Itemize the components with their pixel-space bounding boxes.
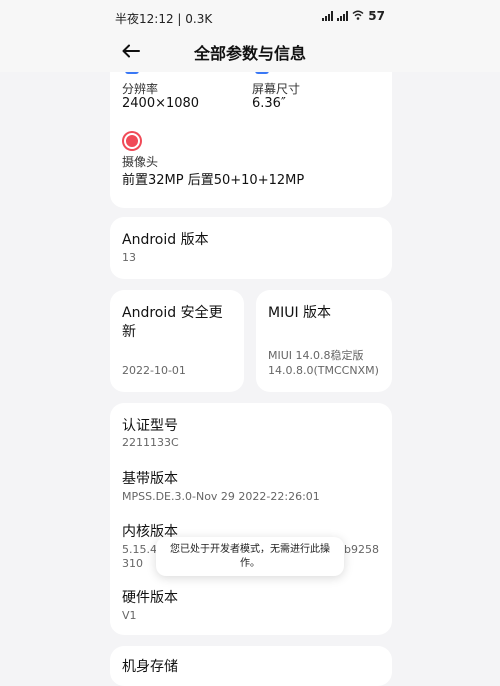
signal-icon — [322, 11, 334, 21]
kernel-value-line2: 310 — [122, 557, 143, 570]
security-update-label: Android 安全更新 — [122, 305, 223, 340]
status-time: 半夜12:12 | 0.3K — [115, 12, 213, 26]
resolution-icon — [125, 66, 139, 74]
storage-label: 机身存储 — [122, 659, 178, 675]
hardware-row[interactable]: 硬件版本 V1 — [110, 579, 392, 635]
miui-version-card[interactable]: MIUI 版本 MIUI 14.0.8稳定版 14.0.8.0(TMCCNXM) — [256, 290, 392, 392]
developer-mode-toast: 您已处于开发者模式，无需进行此操作。 — [156, 537, 344, 576]
device-details-card: 认证型号 2211133C 基带版本 MPSS.DE.3.0-Nov 29 20… — [110, 403, 392, 635]
kernel-value-end: b9258 — [344, 543, 379, 556]
display-camera-card: 分辨率 2400×1080 屏幕尺寸 6.36″ 摄像头 前置32MP 后置50… — [110, 58, 392, 208]
storage-card[interactable]: 机身存储 — [110, 646, 392, 686]
signal-icon-2 — [337, 11, 349, 21]
android-version-label: Android 版本 — [122, 232, 209, 248]
screen-size-value: 6.36″ — [252, 96, 286, 111]
screen-size-label: 屏幕尺寸 — [252, 82, 301, 96]
android-version-value: 13 — [122, 251, 136, 264]
battery-level: 57 — [368, 9, 385, 23]
security-update-card[interactable]: Android 安全更新 2022-10-01 — [110, 290, 244, 392]
camera-value: 前置32MP 后置50+10+12MP — [122, 173, 305, 188]
wifi-icon — [352, 9, 364, 23]
security-update-value: 2022-10-01 — [122, 364, 186, 377]
model-row[interactable]: 认证型号 2211133C — [110, 403, 392, 461]
resolution-value: 2400×1080 — [122, 96, 200, 111]
camera-label: 摄像头 — [122, 155, 159, 169]
model-value: 2211133C — [122, 436, 179, 449]
camera-icon — [124, 133, 140, 149]
resolution-label: 分辨率 — [122, 82, 159, 96]
model-label: 认证型号 — [122, 418, 178, 434]
status-bar: 半夜12:12 | 0.3K 57 — [0, 0, 500, 34]
baseband-row[interactable]: 基带版本 MPSS.DE.3.0-Nov 29 2022-22:26:01 — [110, 461, 392, 519]
hardware-value: V1 — [122, 609, 137, 622]
miui-version-label: MIUI 版本 — [268, 305, 332, 321]
miui-version-value: MIUI 14.0.8稳定版 14.0.8.0(TMCCNXM) — [268, 349, 379, 377]
page-title-overlay: 全部参数与信息 — [193, 44, 306, 63]
screen-size-icon — [255, 66, 269, 74]
hardware-label: 硬件版本 — [122, 590, 178, 606]
baseband-value: MPSS.DE.3.0-Nov 29 2022-22:26:01 — [122, 490, 320, 503]
status-icons: 57 — [322, 9, 385, 23]
baseband-label: 基带版本 — [122, 471, 178, 487]
android-version-card[interactable]: Android 版本 13 — [110, 217, 392, 279]
